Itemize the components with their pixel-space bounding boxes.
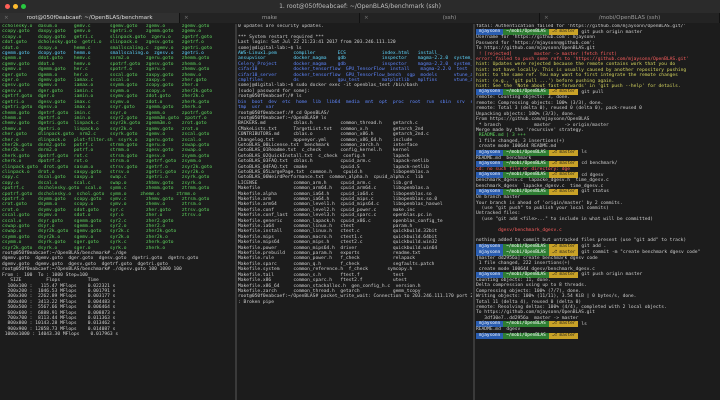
terminal-line: Makefile.mips64 common_mips.h ctest2.c q… [238,240,438,246]
tab-label: make [261,15,278,21]
prompt-branch-segment: ⎇ master [548,272,579,279]
prompt-branch-segment: ⎇ master [548,321,579,328]
prompt-command: git pull [581,89,604,95]
prompt-command: git commit -m "create benchmark dgesv co… [581,250,701,256]
prompt-branch-segment: ⎇ master [548,189,579,196]
terminal-line: chemv.goto dgetri.goto linpack.c ssyr2k.… [2,121,207,127]
prompt-user-segment: mjaysonn [476,249,504,256]
close-tab-icon[interactable]: × [184,15,189,21]
prompt-command: cd benchmark/ [581,161,618,167]
tab-label: /mobi/OpenBLAS (ssh) [598,15,661,21]
prompt-branch-segment: ⎇ master [548,332,579,339]
pane-divider[interactable] [235,24,237,400]
prompt-user-segment: mjaysonn [476,332,504,339]
terminal-line: cher.goto dlinpack.goto nrm2.c ssyrk.got… [2,132,210,138]
terminal-line: cgemv.o dgemm.goto her.c spotrf.o zgeru.… [2,67,210,73]
prompt-branch-segment: ⎇ master [548,249,579,256]
prompt-command: ls [581,321,587,327]
tab-0[interactable]: × root@050f0eabcaef: ~/OpenBLAS/benchmark [0,13,180,23]
prompt-branch-segment: ⎇ master [548,149,579,156]
terminal-line: root@050f0eabcaef:~/OpenBLAS# packet_wri… [238,294,472,300]
terminal-line: : Broken pipe [238,299,274,305]
close-tab-icon[interactable]: × [364,15,369,21]
prompt-line: mjaysonn ~/mobi/OpenBLAS ⎇ master [476,332,718,339]
terminal-line: 1000x1000 : 14043.30 MFlops 0.017963 s [2,332,119,338]
terminal-line: cscal.goto dsymv.o sdot.o syr.o zher.o z… [2,213,202,219]
prompt-path-segment: ~/mobi/OpenBLAS [503,332,549,339]
window-title: 1. root@050f0eabcaef: ~/OpenBLAS/benchma… [279,3,441,10]
prompt-user-segment: mjaysonn [476,149,504,156]
prompt-path-segment: ~/mobi/OpenBLAS [503,149,549,156]
close-tab-icon[interactable]: × [544,15,549,21]
prompt-command: git status [581,189,610,195]
prompt-command: ls [581,149,587,155]
prompt-path-segment: ~/mobi/OpenBLAS [503,249,549,256]
terminal-line: cifar10 docker_tensorflow GPU_TensorFlow… [238,67,468,73]
tab-2[interactable]: × (ssh) [360,13,540,23]
terminal-line: cpotrf.c dscholesky.goto scal.o symm.c z… [2,186,210,192]
terminal-line: copy.c dscal.goto saxpy.o swap.c zgetri.… [2,175,210,181]
pane-right-git[interactable]: fatal: Authentication failed for 'https:… [476,24,718,400]
pane-divider[interactable] [473,24,475,400]
page-bottom-margin [0,400,720,411]
close-tab-icon[interactable]: × [4,15,9,21]
terminal-line: cherk.o dpotrf.o rot.o strsm.o zgetrf.go… [2,159,202,165]
prompt-command: git add . [581,244,607,250]
terminal-line: cgetri.goto dgesv.o imax.o ssyr.goto zge… [2,105,202,111]
tab-label: root@050f0eabcaef: ~/OpenBLAS/benchmark [26,15,153,21]
terminal-line: cdot.goto dcholesky.goto getri.o slinpac… [2,40,204,46]
terminal-line: cgetrf.goto dger.o iamin.o ssymv.goto zd… [2,94,204,100]
tab-bar: × root@050f0eabcaef: ~/OpenBLAS/benchmark… [0,13,720,23]
prompt-command: git push origin master [581,272,643,278]
tab-1[interactable]: × make [180,13,360,23]
terminal-window: 1. root@050f0eabcaef: ~/OpenBLAS/benchma… [0,0,720,400]
pane-middle-ssh[interactable]: 0 updates are security updates. *** Syst… [238,24,472,400]
pane-left-benchmark[interactable]: ccholesky.o dasum.o gemv.c sgemv.goto zg… [2,24,234,400]
terminal-line: cher2k.o dnrm2.o potrf.o strmm.o zgesv.g… [2,148,202,154]
title-bar: 1. root@050f0eabcaef: ~/OpenBLAS/benchma… [0,0,720,13]
tab-3[interactable]: × /mobi/OpenBLAS (ssh) [540,13,720,23]
tab-label: (ssh) [442,15,457,21]
prompt-line: mjaysonn ~/mobi/OpenBLAS ⎇ master git commi… [476,249,718,256]
